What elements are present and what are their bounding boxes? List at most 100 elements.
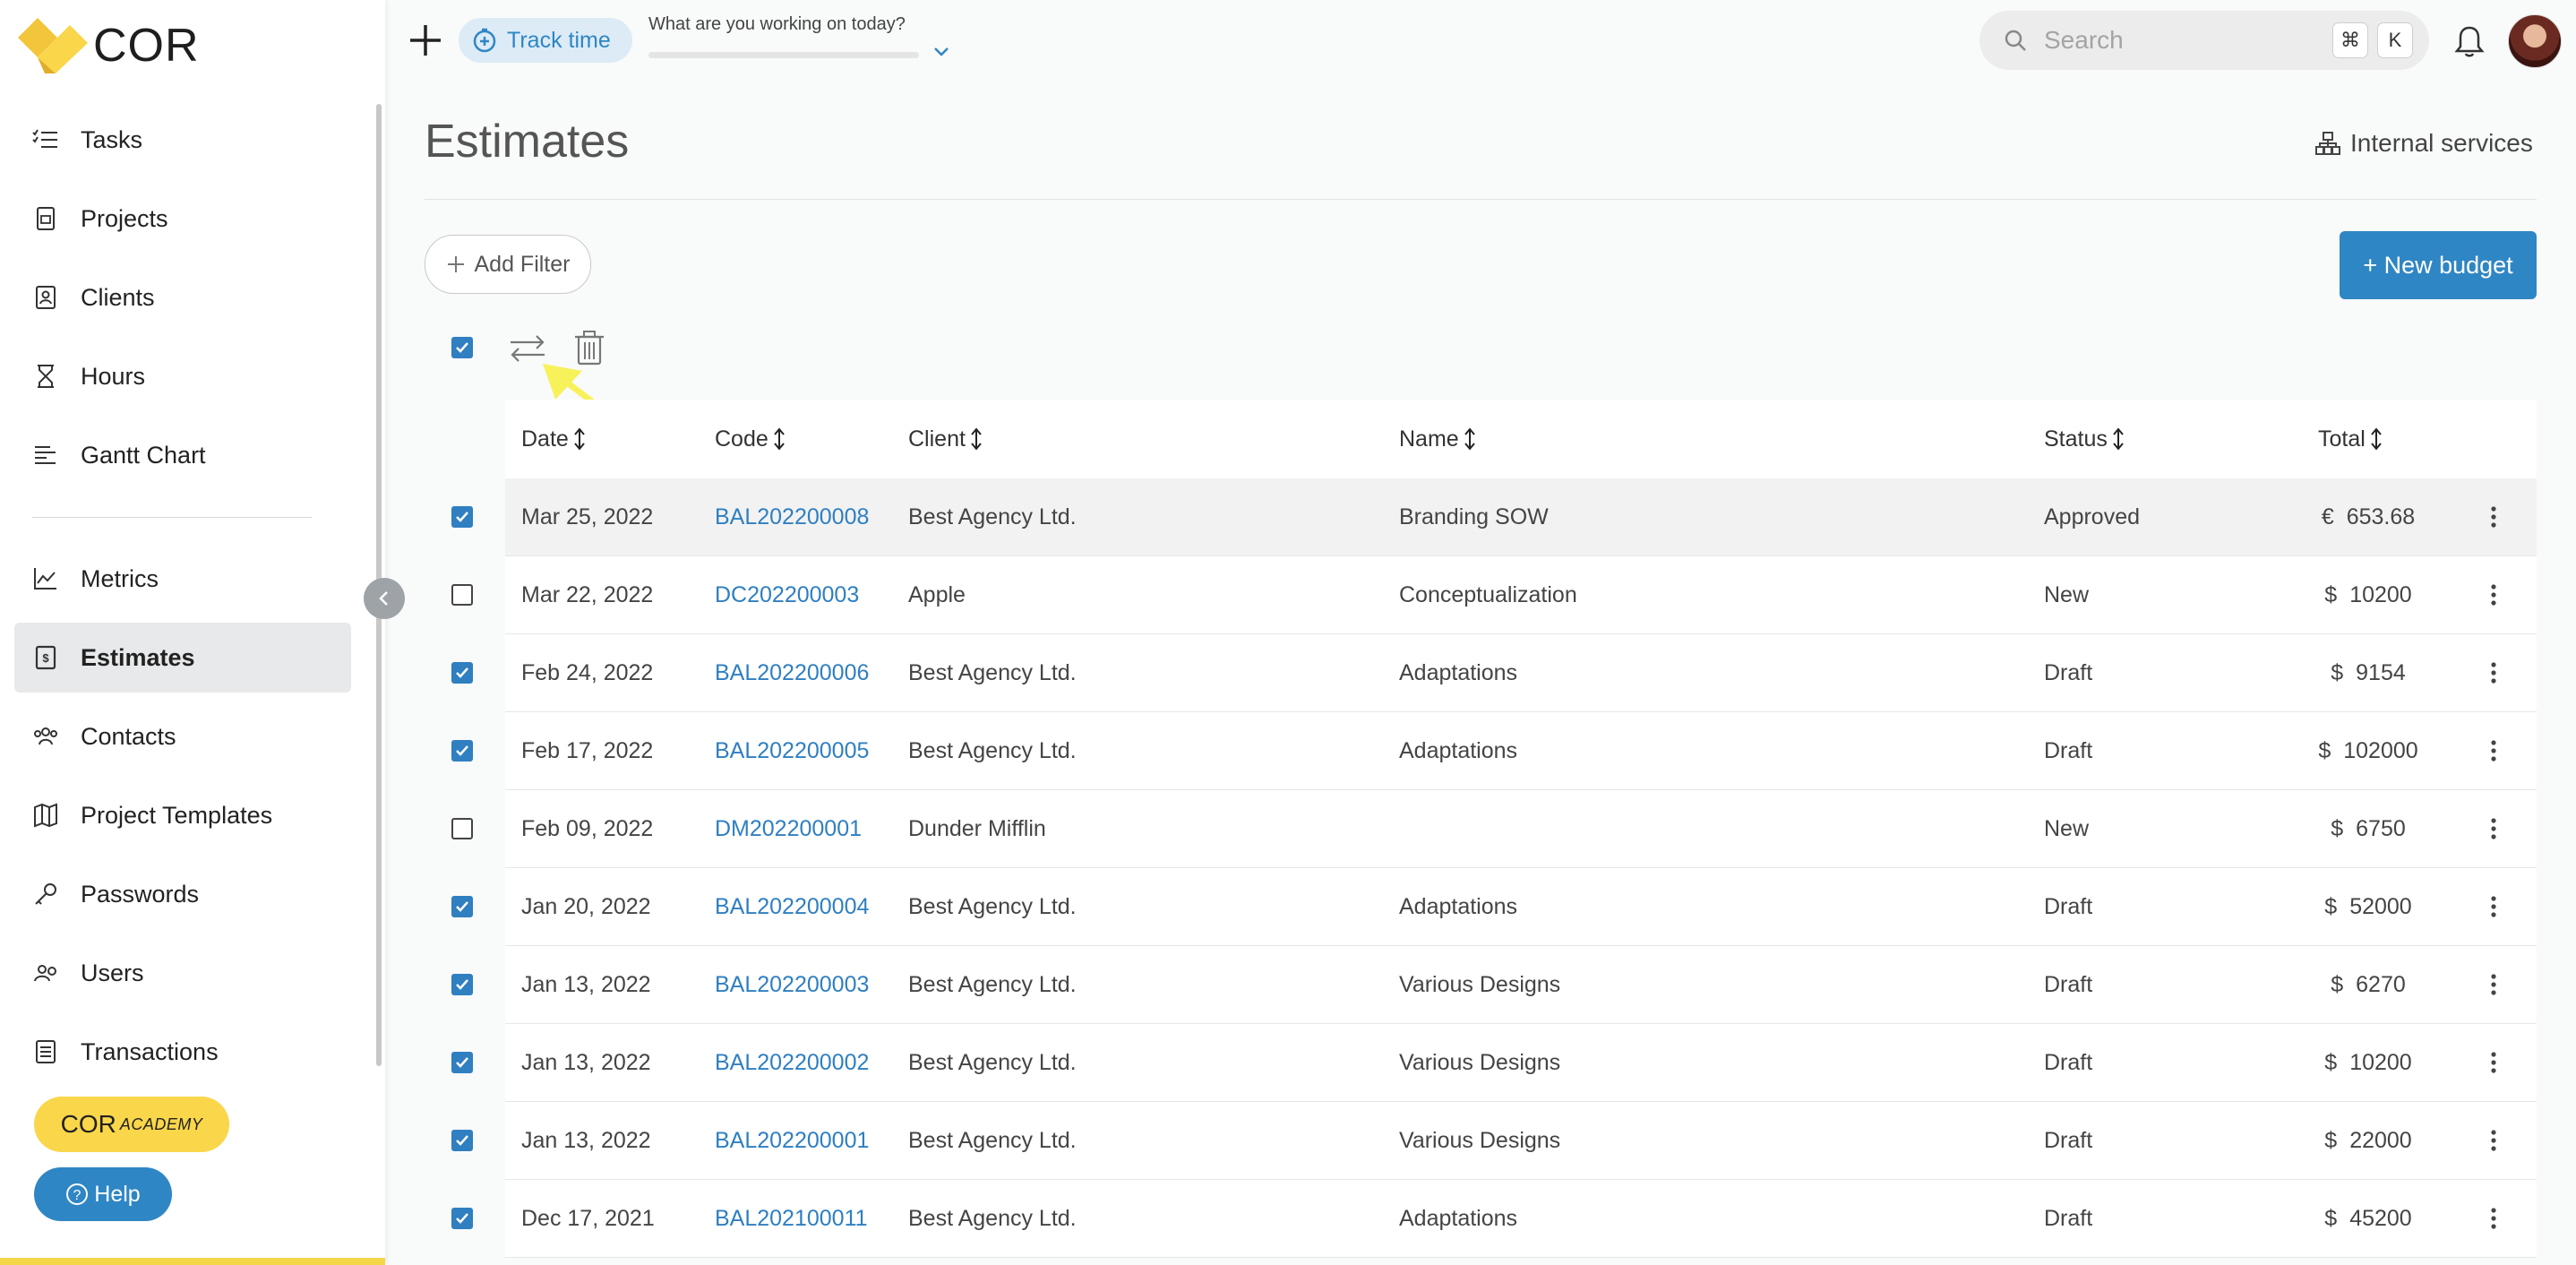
row-checkbox[interactable] bbox=[451, 1052, 473, 1073]
table-row[interactable]: Jan 13, 2022 BAL202200003 Best Agency Ltd.… bbox=[451, 946, 2537, 1024]
sidebar-item-transactions[interactable]: Transactions bbox=[14, 1017, 351, 1087]
column-header-total[interactable]: Total bbox=[2318, 400, 2382, 478]
row-checkbox[interactable] bbox=[451, 896, 473, 917]
cor-logo[interactable]: COR bbox=[18, 16, 200, 75]
cell-code[interactable]: DC202200003 bbox=[715, 556, 859, 633]
cell-code[interactable]: DM202200001 bbox=[715, 790, 862, 867]
sidebar-item-gantt-chart[interactable]: Gantt Chart bbox=[14, 420, 351, 490]
sidebar-item-label: Transactions bbox=[81, 1037, 219, 1065]
row-menu-button[interactable] bbox=[2483, 634, 2504, 711]
row-checkbox[interactable] bbox=[451, 584, 473, 606]
sidebar-item-users[interactable]: Users bbox=[14, 938, 351, 1008]
select-all-checkbox[interactable] bbox=[451, 337, 473, 358]
row-checkbox[interactable] bbox=[451, 1130, 473, 1151]
sidebar-item-clients[interactable]: Clients bbox=[14, 262, 351, 332]
cell-date: Jan 20, 2022 bbox=[521, 893, 651, 919]
cell-name: Conceptualization bbox=[1399, 581, 1577, 607]
sidebar-item-estimates[interactable]: $ Estimates bbox=[14, 623, 351, 693]
cell-name: Adaptations bbox=[1399, 1205, 1518, 1231]
row-checkbox[interactable] bbox=[451, 740, 473, 762]
search-input[interactable]: Search ⌘ K bbox=[1979, 11, 2429, 70]
new-budget-button[interactable]: + New budget bbox=[2340, 231, 2537, 299]
track-time-button[interactable]: Track time bbox=[459, 18, 632, 63]
table-row[interactable]: Dec 17, 2021 BAL202100011 Best Agency Ltd.… bbox=[451, 1180, 2537, 1258]
cell-code[interactable]: BAL202200001 bbox=[715, 1102, 869, 1179]
table-row[interactable]: Mar 22, 2022 DC202200003 Apple Conceptualiz… bbox=[451, 556, 2537, 634]
sidebar-item-label: Gantt Chart bbox=[81, 441, 206, 469]
check-icon bbox=[456, 1213, 468, 1224]
row-menu-button[interactable] bbox=[2483, 712, 2504, 789]
row-menu-button[interactable] bbox=[2483, 478, 2504, 555]
table-row[interactable]: Feb 17, 2022 BAL202200005 Best Agency Ltd.… bbox=[451, 712, 2537, 790]
cor-academy-button[interactable]: COR ACADEMY bbox=[34, 1097, 229, 1152]
sidebar-item-projects[interactable]: Projects bbox=[14, 184, 351, 254]
column-label-total: Total bbox=[2318, 426, 2366, 452]
row-menu-button[interactable] bbox=[2483, 946, 2504, 1023]
row-menu-button[interactable] bbox=[2483, 790, 2504, 867]
plus-icon[interactable] bbox=[407, 22, 444, 59]
internal-services-link[interactable]: Internal services bbox=[2314, 129, 2533, 158]
sidebar-item-tasks[interactable]: Tasks bbox=[14, 105, 351, 175]
user-avatar[interactable] bbox=[2508, 14, 2562, 68]
table-row[interactable]: Jan 13, 2022 BAL202200002 Best Agency Ltd.… bbox=[451, 1024, 2537, 1102]
row-menu-button[interactable] bbox=[2483, 1180, 2504, 1257]
table-row[interactable]: Jan 13, 2022 BAL202200001 Best Agency Ltd.… bbox=[451, 1102, 2537, 1180]
help-button[interactable]: ? Help bbox=[34, 1167, 172, 1221]
sidebar-item-metrics[interactable]: Metrics bbox=[14, 544, 351, 614]
row-menu-button[interactable] bbox=[2483, 868, 2504, 945]
sidebar-item-label: Hours bbox=[81, 362, 146, 390]
collapse-sidebar-button[interactable] bbox=[364, 578, 405, 619]
table-row[interactable]: Feb 09, 2022 DM202200001 Dunder Mifflin New… bbox=[451, 790, 2537, 868]
cell-code[interactable]: BAL202200006 bbox=[715, 634, 869, 711]
cell-date: Jan 13, 2022 bbox=[521, 1049, 651, 1075]
cell-code[interactable]: BAL202200005 bbox=[715, 712, 869, 789]
sidebar-item-label: Metrics bbox=[81, 564, 159, 592]
cell-code[interactable]: BAL202200004 bbox=[715, 868, 869, 945]
trash-icon[interactable] bbox=[573, 330, 605, 366]
svg-text:?: ? bbox=[73, 1188, 82, 1203]
transfer-icon[interactable] bbox=[507, 333, 548, 364]
cell-code[interactable]: BAL202200002 bbox=[715, 1024, 869, 1101]
total-amount: 6750 bbox=[2356, 815, 2406, 841]
row-menu-button[interactable] bbox=[2483, 556, 2504, 633]
row-checkbox[interactable] bbox=[451, 974, 473, 995]
row-checkbox[interactable] bbox=[451, 662, 473, 684]
work-prompt[interactable]: What are you working on today? bbox=[648, 14, 906, 35]
cell-code[interactable]: BAL202200008 bbox=[715, 478, 869, 555]
more-vertical-icon bbox=[2491, 974, 2496, 995]
currency-symbol: $ bbox=[2331, 659, 2344, 685]
column-header-date[interactable]: Date bbox=[521, 400, 585, 478]
cell-name: Adaptations bbox=[1399, 893, 1518, 919]
column-header-name[interactable]: Name bbox=[1399, 400, 1475, 478]
check-icon bbox=[456, 745, 468, 756]
row-menu-button[interactable] bbox=[2483, 1024, 2504, 1101]
column-header-client[interactable]: Client bbox=[908, 400, 982, 478]
column-header-code[interactable]: Code bbox=[715, 400, 785, 478]
row-checkbox[interactable] bbox=[451, 506, 473, 528]
chevron-down-icon[interactable] bbox=[932, 45, 951, 59]
table-row[interactable]: Feb 24, 2022 BAL202200006 Best Agency Ltd.… bbox=[451, 634, 2537, 712]
sidebar-item-contacts[interactable]: Contacts bbox=[14, 701, 351, 771]
row-menu-button[interactable] bbox=[2483, 1102, 2504, 1179]
bell-icon[interactable] bbox=[2452, 23, 2486, 59]
sidebar-item-hours[interactable]: Hours bbox=[14, 341, 351, 411]
more-vertical-icon bbox=[2491, 896, 2496, 917]
table-row[interactable]: Jan 20, 2022 BAL202200004 Best Agency Ltd.… bbox=[451, 868, 2537, 946]
table-row[interactable]: Mar 25, 2022 BAL202200008 Best Agency Ltd.… bbox=[451, 478, 2537, 556]
svg-text:$: $ bbox=[42, 651, 49, 665]
check-icon bbox=[456, 979, 468, 990]
sidebar-item-project-templates[interactable]: Project Templates bbox=[14, 780, 351, 850]
row-checkbox[interactable] bbox=[451, 1208, 473, 1229]
sidebar-item-passwords[interactable]: Passwords bbox=[14, 859, 351, 929]
add-filter-button[interactable]: Add Filter bbox=[425, 235, 591, 294]
currency-symbol: $ bbox=[2324, 581, 2338, 607]
total-amount: 10200 bbox=[2349, 1049, 2412, 1075]
column-header-status[interactable]: Status bbox=[2044, 400, 2124, 478]
contacts-icon bbox=[32, 723, 59, 750]
cell-code[interactable]: BAL202100011 bbox=[715, 1180, 868, 1257]
sort-icon bbox=[2371, 427, 2382, 451]
work-input-bar[interactable] bbox=[648, 52, 919, 58]
row-checkbox[interactable] bbox=[451, 818, 473, 839]
cell-code[interactable]: BAL202200003 bbox=[715, 946, 869, 1023]
check-icon bbox=[456, 512, 468, 522]
